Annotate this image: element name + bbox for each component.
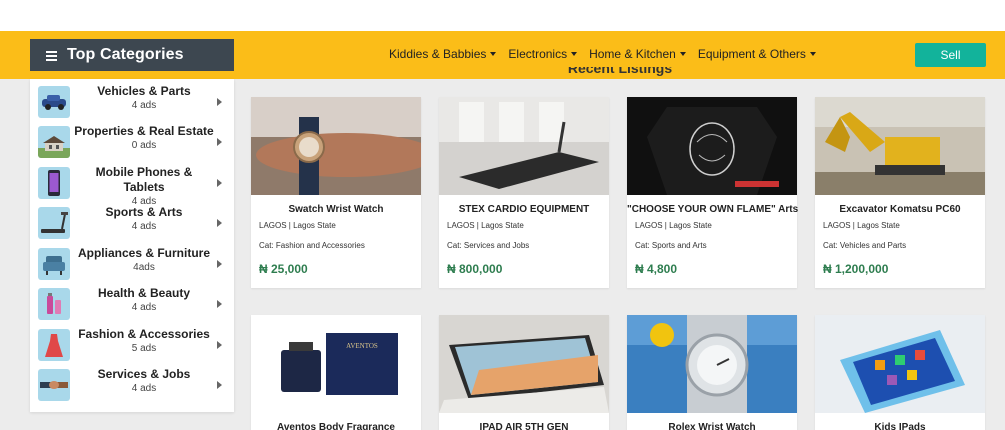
sidebar-item-count: 4 ads xyxy=(131,383,157,394)
caret-down-icon xyxy=(679,52,686,56)
listing-title: STEX CARDIO EQUIPMENT xyxy=(458,204,590,215)
handshake-icon xyxy=(38,369,70,401)
listing-title: Aventos Body Fragrance xyxy=(277,422,395,430)
listing-title: Kids IPads xyxy=(874,422,926,430)
listing-price: ₦ 1,200,000 xyxy=(823,262,889,276)
sidebar-item-fashion[interactable]: Fashion & Accessories 5 ads xyxy=(30,324,234,364)
car-icon xyxy=(38,86,70,118)
listing-card[interactable]: Kids IPads xyxy=(815,315,985,430)
sidebar-item-appliances[interactable]: Appliances & Furniture 4ads xyxy=(30,243,234,283)
sidebar-item-label: Properties & Real Estate xyxy=(74,124,214,138)
sidebar-item-count: 5 ads xyxy=(131,343,157,354)
cosmetics-icon xyxy=(38,288,70,320)
nav-kiddies-babbies[interactable]: Kiddies & Babbies xyxy=(389,47,497,61)
top-strip xyxy=(0,0,1005,31)
listing-category: Cat: Vehicles and Parts xyxy=(823,241,907,250)
chevron-right-icon xyxy=(217,300,222,308)
listing-image xyxy=(439,97,609,195)
sidebar-item-count: 0 ads xyxy=(131,140,157,151)
sidebar-item-label: Services & Jobs xyxy=(97,367,191,381)
sidebar-item-count: 4 ads xyxy=(131,221,157,232)
listing-price: ₦ 800,000 xyxy=(447,262,503,276)
chevron-right-icon xyxy=(217,138,222,146)
listing-price: ₦ 25,000 xyxy=(259,262,308,276)
listing-card[interactable]: STEX CARDIO EQUIPMENT LAGOS | Lagos Stat… xyxy=(439,97,609,288)
listing-image xyxy=(439,315,609,413)
listing-title: IPAD AIR 5TH GEN xyxy=(479,422,569,430)
sidebar-item-count: 4 ads xyxy=(131,100,157,111)
sidebar-item-vehicles[interactable]: Vehicles & Parts 4 ads xyxy=(30,81,234,121)
sidebar-item-count: 4 ads xyxy=(131,302,157,313)
listing-image xyxy=(815,97,985,195)
listing-title: "CHOOSE YOUR OWN FLAME" Arts xyxy=(627,204,799,215)
dress-icon xyxy=(38,329,70,361)
sidebar-item-label: Fashion & Accessories xyxy=(78,327,210,341)
listing-location: LAGOS | Lagos State xyxy=(259,221,336,230)
nav-equipment-others[interactable]: Equipment & Others xyxy=(698,47,816,61)
listing-location: LAGOS | Lagos State xyxy=(635,221,712,230)
section-title-text: Recent Listings xyxy=(567,67,673,76)
listing-card[interactable]: AVENTOS Aventos Body Fragrance xyxy=(251,315,421,430)
sidebar-item-health-beauty[interactable]: Health & Beauty 4 ads xyxy=(30,283,234,323)
sidebar-item-label: Health & Beauty xyxy=(97,286,191,300)
listing-card[interactable]: Excavator Komatsu PC60 LAGOS | Lagos Sta… xyxy=(815,97,985,288)
nav-label: Equipment & Others xyxy=(697,47,806,61)
sidebar-item-label: Vehicles & Parts xyxy=(97,84,191,98)
caret-down-icon xyxy=(490,52,497,56)
listing-card[interactable]: IPAD AIR 5TH GEN xyxy=(439,315,609,430)
sidebar-item-label: Mobile Phones & Tablets xyxy=(95,165,193,194)
listing-card[interactable]: Rolex Wrist Watch xyxy=(627,315,797,430)
listing-title: Excavator Komatsu PC60 xyxy=(839,204,961,215)
nav-label: Electronics xyxy=(508,47,568,61)
listing-category: Cat: Services and Jobs xyxy=(447,241,530,250)
listing-location: LAGOS | Lagos State xyxy=(447,221,524,230)
house-icon xyxy=(38,126,70,158)
chevron-right-icon xyxy=(217,219,222,227)
treadmill-icon xyxy=(38,207,70,239)
listing-card[interactable]: "CHOOSE YOUR OWN FLAME" Arts LAGOS | Lag… xyxy=(627,97,799,288)
listing-image xyxy=(251,97,421,195)
caret-down-icon xyxy=(809,52,816,56)
category-nav: Kiddies & Babbies Electronics Home & Kit… xyxy=(389,47,816,61)
listing-category: Cat: Fashion and Accessories xyxy=(259,241,365,250)
perfume-brand-text: AVENTOS xyxy=(346,342,378,350)
nav-home-kitchen[interactable]: Home & Kitchen xyxy=(589,47,686,61)
listing-price: ₦ 4,800 xyxy=(635,262,678,276)
sidebar-item-properties[interactable]: Properties & Real Estate 0 ads xyxy=(30,121,234,161)
listing-card[interactable]: Swatch Wrist Watch LAGOS | Lagos State C… xyxy=(251,97,421,288)
sidebar-item-label: Appliances & Furniture xyxy=(77,246,211,260)
section-title: Recent Listings xyxy=(560,67,680,79)
menu-icon xyxy=(46,50,57,61)
listing-title: Swatch Wrist Watch xyxy=(288,204,384,215)
chevron-right-icon xyxy=(217,98,222,106)
sell-button[interactable]: Sell xyxy=(915,43,986,67)
sidebar-item-services-jobs[interactable]: Services & Jobs 4 ads xyxy=(30,364,234,404)
nav-electronics[interactable]: Electronics xyxy=(508,47,578,61)
chevron-right-icon xyxy=(217,381,222,389)
sidebar-item-label: Sports & Arts xyxy=(105,205,183,219)
category-sidebar: Vehicles & Parts 4 ads Properties & Real … xyxy=(30,79,234,412)
listing-category: Cat: Sports and Arts xyxy=(635,241,707,250)
caret-down-icon xyxy=(571,52,578,56)
listing-image: AVENTOS xyxy=(251,315,421,413)
nav-label: Kiddies & Babbies xyxy=(389,47,487,61)
chevron-right-icon xyxy=(217,341,222,349)
phone-icon xyxy=(38,167,70,199)
nav-label: Home & Kitchen xyxy=(589,47,676,61)
chevron-right-icon xyxy=(217,260,222,268)
listing-location: LAGOS | Lagos State xyxy=(823,221,900,230)
sidebar-item-mobile-phones[interactable]: Mobile Phones & Tablets 4 ads xyxy=(30,162,234,207)
listing-image xyxy=(627,315,797,413)
top-categories-title: Top Categories xyxy=(67,46,184,63)
sidebar-item-count: 4ads xyxy=(133,262,155,273)
chevron-right-icon xyxy=(217,179,222,187)
listing-image xyxy=(815,315,985,413)
sidebar-item-sports-arts[interactable]: Sports & Arts 4 ads xyxy=(30,202,234,242)
armchair-icon xyxy=(38,248,70,280)
listing-title: Rolex Wrist Watch xyxy=(668,422,756,430)
listing-image xyxy=(627,97,797,195)
top-categories-header[interactable]: Top Categories xyxy=(30,39,234,71)
